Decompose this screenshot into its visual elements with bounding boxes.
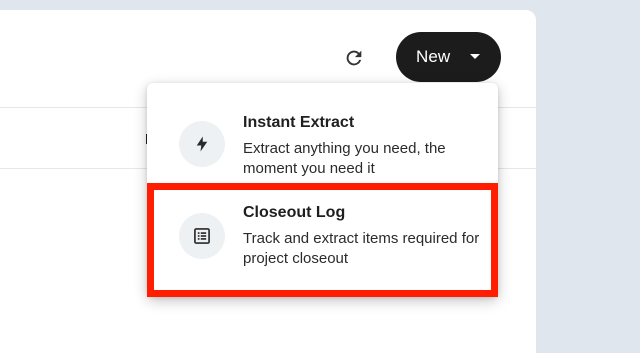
refresh-icon	[346, 50, 362, 66]
menu-item-instant-extract[interactable]: Instant Extract Extract anything you nee…	[147, 83, 498, 183]
menu-item-closeout-log[interactable]: Closeout Log Track and extract items req…	[147, 185, 498, 297]
menu-item-description: Extract anything you need, the moment yo…	[243, 140, 446, 177]
caret-down-icon	[470, 54, 480, 59]
refresh-button[interactable]	[340, 44, 368, 72]
list-document-icon	[179, 213, 225, 259]
menu-item-description: Track and extract items required for pro…	[243, 230, 480, 267]
new-button-label: New	[416, 47, 451, 66]
new-button[interactable]: New	[396, 32, 501, 82]
menu-item-title: Instant Extract	[243, 114, 355, 131]
new-dropdown-menu: Instant Extract Extract anything you nee…	[147, 83, 498, 297]
lightning-bolt-icon	[179, 121, 225, 167]
menu-item-title: Closeout Log	[243, 204, 346, 221]
